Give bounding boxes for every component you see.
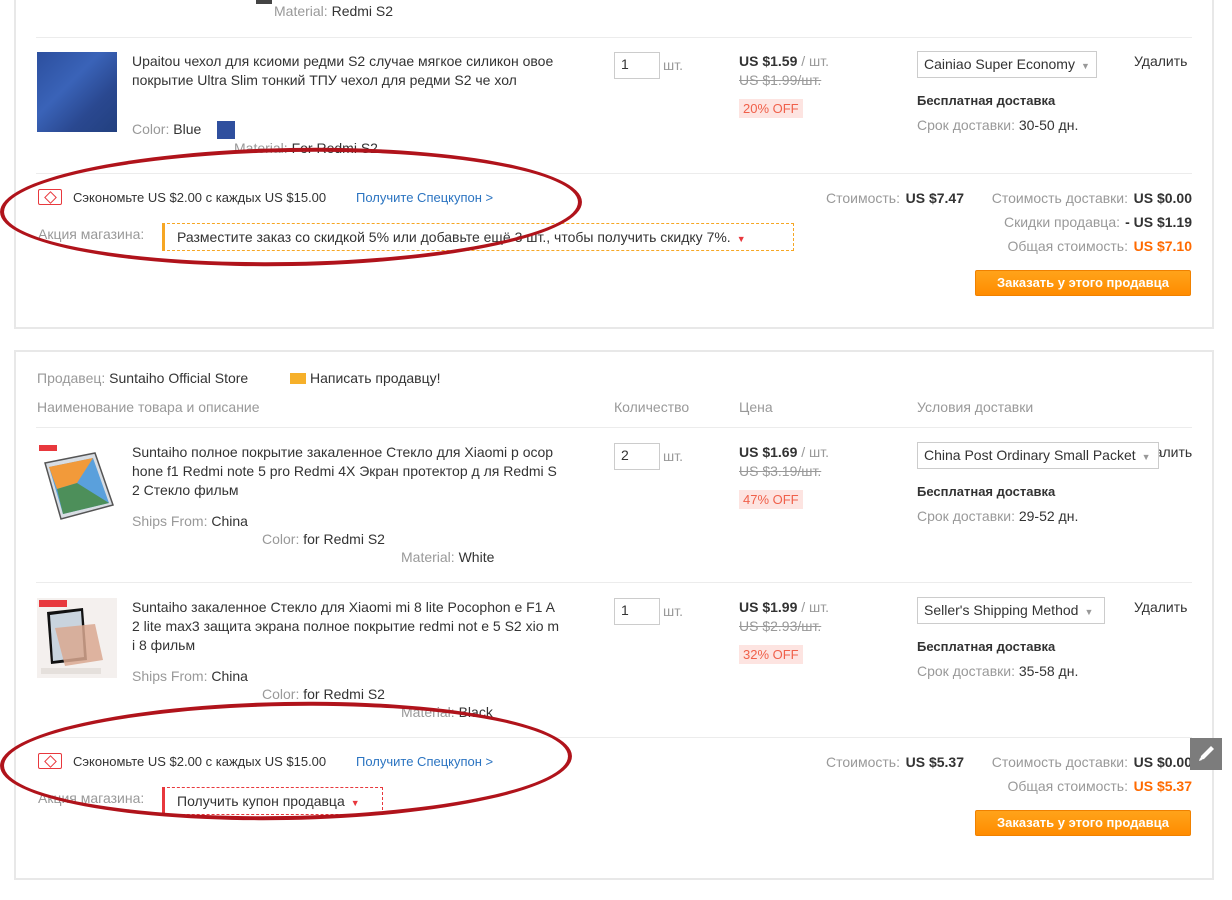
envelope-icon	[290, 373, 306, 384]
order-from-seller-button[interactable]: Заказать у этого продавца	[975, 270, 1191, 296]
divider	[36, 173, 1192, 174]
header-shipping: Условия доставки	[917, 399, 1034, 415]
shipping-method-select[interactable]: Cainiao Super Economy ▼	[917, 51, 1097, 78]
product-title[interactable]: Suntaiho закаленное Стекло для Xiaomi mi…	[132, 598, 560, 655]
cost-value: US $5.37	[905, 754, 964, 770]
get-seller-coupon-dropdown[interactable]: Получить купон продавца ▼	[162, 787, 383, 815]
discount-badge: 47% OFF	[739, 490, 803, 509]
delete-link[interactable]: Удалить	[1134, 599, 1187, 615]
original-price: US $1.99/шт.	[739, 72, 822, 88]
delivery-time: Срок доставки: 29-52 дн.	[917, 508, 1079, 524]
free-shipping-label: Бесплатная доставка	[917, 639, 1056, 654]
product-material: Material: White	[401, 549, 495, 565]
store-promo-label: Акция магазина:	[38, 790, 145, 806]
chevron-down-icon: ▼	[350, 798, 360, 808]
delete-link[interactable]: Удалить	[1134, 53, 1187, 69]
divider	[36, 37, 1192, 38]
coupon-icon	[38, 189, 62, 205]
seller-info: Продавец: Suntaiho Official Store	[37, 370, 249, 386]
cost-label: Стоимость:	[826, 190, 900, 206]
shipping-cost-label: Стоимость доставки:	[991, 190, 1128, 206]
total-label: Общая стоимость:	[1007, 238, 1128, 254]
store-promo-dropdown[interactable]: Разместите заказ со скидкой 5% или добав…	[162, 223, 794, 251]
coupon-icon	[38, 753, 62, 769]
unit-price: US $1.99 / шт.	[739, 599, 830, 615]
shipping-cost-value: US $0.00	[1133, 190, 1192, 206]
quantity-unit: шт.	[663, 603, 683, 619]
product-thumbnail[interactable]	[37, 598, 117, 678]
product-title[interactable]: Suntaiho полное покрытие закаленное Стек…	[132, 443, 560, 500]
product-title[interactable]: Upaitou чехол для ксиоми редми S2 случае…	[132, 52, 560, 90]
quantity-unit: шт.	[663, 57, 683, 73]
shipping-method-select[interactable]: Seller's Shipping Method ▼	[917, 597, 1105, 624]
phone-screen-protector-image	[39, 445, 114, 520]
discount-badge: 20% OFF	[739, 99, 803, 118]
divider	[36, 737, 1192, 738]
divider	[36, 427, 1192, 428]
color-swatch	[217, 121, 235, 139]
coupon-savings-text: Сэкономьте US $2.00 с каждых US $15.00	[73, 754, 327, 769]
coupon-savings-text: Сэкономьте US $2.00 с каждых US $15.00	[73, 190, 327, 205]
cost-label: Стоимость:	[826, 754, 900, 770]
total-value: US $5.37	[1133, 778, 1192, 794]
free-shipping-label: Бесплатная доставка	[917, 93, 1056, 108]
header-quantity: Количество	[614, 399, 690, 415]
original-price: US $2.93/шт.	[739, 618, 822, 634]
total-label: Общая стоимость:	[1007, 778, 1128, 794]
header-product: Наименование товара и описание	[37, 399, 260, 415]
shipping-cost-label: Стоимость доставки:	[991, 754, 1128, 770]
store-promo-label: Акция магазина:	[38, 226, 145, 242]
shipping-cost-value: US $0.00	[1133, 754, 1192, 770]
product-thumbnail[interactable]	[37, 443, 117, 523]
cost-value: US $7.47	[905, 190, 964, 206]
prev-item-material: Material: Redmi S2	[274, 3, 394, 19]
product-color: Color: for Redmi S2	[262, 531, 385, 547]
product-material: Material: For Redmi S2	[234, 140, 378, 156]
unit-price: US $1.69 / шт.	[739, 444, 830, 460]
get-coupon-link[interactable]: Получите Спецкупон >	[356, 190, 493, 205]
ships-from: Ships From: China	[132, 668, 248, 684]
order-from-seller-button[interactable]: Заказать у этого продавца	[975, 810, 1191, 836]
quantity-input[interactable]: 1	[614, 52, 660, 79]
discount-badge: 32% OFF	[739, 645, 803, 664]
unit-price: US $1.59 / шт.	[739, 53, 830, 69]
header-price: Цена	[739, 399, 773, 415]
seller-discount-value: - US $1.19	[1125, 214, 1192, 230]
chevron-down-icon: ▼	[1080, 61, 1090, 71]
quantity-unit: шт.	[663, 448, 683, 464]
message-seller-link[interactable]: Написать продавцу!	[290, 370, 441, 386]
pencil-icon	[1199, 746, 1214, 761]
delivery-time: Срок доставки: 35-58 дн.	[917, 663, 1079, 679]
product-color: Color: Blue	[132, 121, 202, 137]
shipping-method-select[interactable]: China Post Ordinary Small Packet ▼	[917, 442, 1159, 469]
delivery-time: Срок доставки: 30-50 дн.	[917, 117, 1079, 133]
prev-item-color-swatch	[256, 0, 272, 4]
chevron-down-icon: ▼	[1084, 607, 1094, 617]
total-value: US $7.10	[1133, 238, 1192, 254]
chevron-down-icon: ▼	[1141, 452, 1151, 462]
divider	[36, 582, 1192, 583]
product-color: Color: for Redmi S2	[262, 686, 385, 702]
get-coupon-link[interactable]: Получите Спецкупон >	[356, 754, 493, 769]
quantity-input[interactable]: 2	[614, 443, 660, 470]
ships-from: Ships From: China	[132, 513, 248, 529]
original-price: US $3.19/шт.	[739, 463, 822, 479]
product-thumbnail[interactable]	[37, 52, 117, 132]
free-shipping-label: Бесплатная доставка	[917, 484, 1056, 499]
phone-screen-protector-image	[39, 600, 103, 674]
feedback-edit-button[interactable]	[1190, 738, 1222, 770]
seller-discount-label: Скидки продавца:	[1004, 214, 1120, 230]
chevron-down-icon: ▼	[736, 234, 746, 244]
seller-name-link[interactable]: Suntaiho Official Store	[109, 370, 248, 386]
product-material: Material: Black	[401, 704, 493, 720]
quantity-input[interactable]: 1	[614, 598, 660, 625]
